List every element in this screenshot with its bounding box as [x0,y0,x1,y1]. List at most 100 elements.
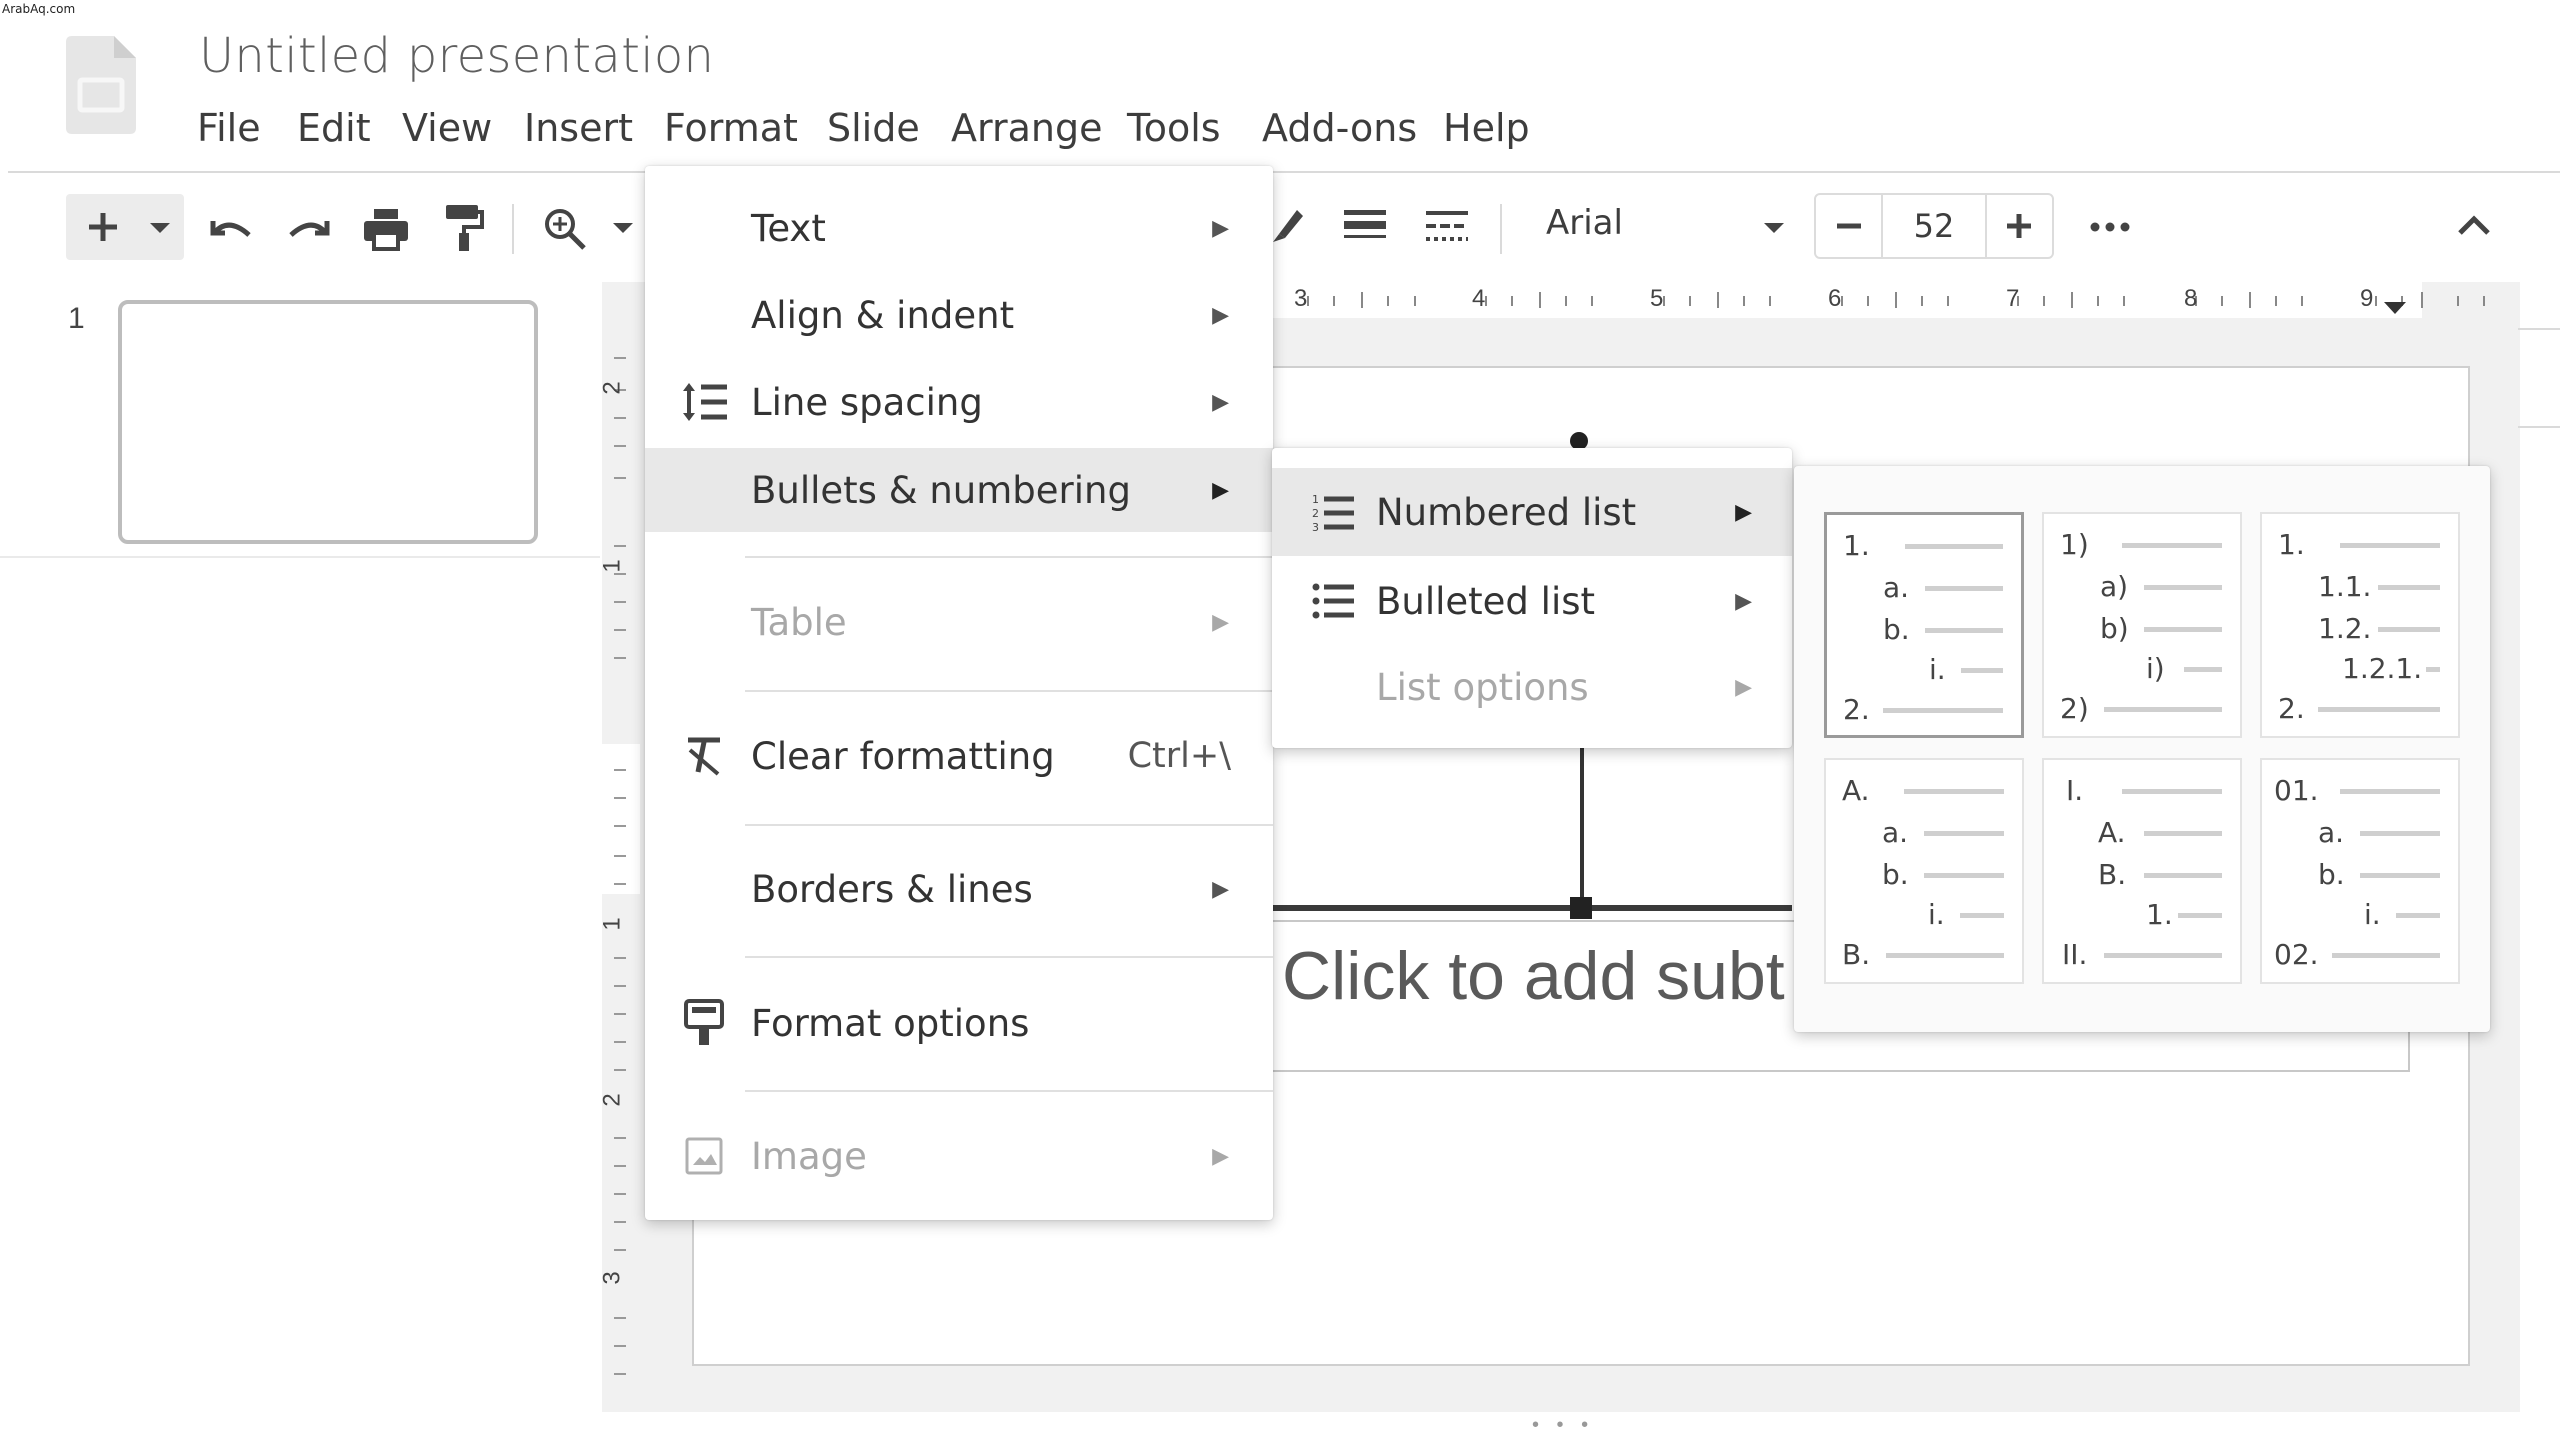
font-family-select[interactable]: Arial [1546,203,1623,243]
preset-row: 1. [2262,528,2458,561]
preset-numbered-5[interactable]: I. A. B. 1. II. [2042,758,2242,984]
menu-item-numbered-list[interactable]: 123 Numbered list ▶ [1272,468,1792,556]
collapse-icon[interactable] [2454,210,2494,240]
menu-item-clear-formatting[interactable]: Clear formatting Ctrl+\ [645,714,1273,798]
ruler-label: 9 [2360,285,2374,312]
menu-item-align-indent[interactable]: Align & indent ▶ [645,273,1273,357]
menu-edit[interactable]: Edit [297,106,371,150]
preset-row: b. [1826,858,2022,891]
preset-marker: 1) [2060,528,2089,561]
resize-handle[interactable] [1570,897,1592,919]
slide-thumbnail[interactable] [118,300,538,544]
preset-line [2396,913,2440,918]
preset-marker: A. [1842,774,1870,807]
menu-item-image[interactable]: Image ▶ [645,1114,1273,1198]
preset-numbered-1[interactable]: 1. a. b. i. 2. [1824,512,2024,738]
menu-file[interactable]: File [197,106,261,150]
menu-item-table[interactable]: Table ▶ [645,580,1273,664]
preset-marker: i. [1929,653,1946,686]
print-icon[interactable] [360,204,412,254]
preset-marker: a. [2318,816,2345,849]
submenu-arrow-icon: ▶ [1735,674,1752,699]
pen-icon[interactable] [1268,202,1308,246]
zoom-dropdown-icon[interactable] [610,218,636,238]
increase-font-size-button[interactable] [1987,195,2052,257]
preset-numbered-2[interactable]: 1) a) b) i) 2) [2042,512,2242,738]
menu-item-label: Align & indent [751,293,1015,337]
menu-item-borders-lines[interactable]: Borders & lines ▶ [645,847,1273,931]
shortcut-label: Ctrl+\ [1127,736,1231,776]
preset-row: 2. [2262,692,2458,725]
clear-formatting-icon [679,731,729,781]
menu-tools[interactable]: Tools [1127,106,1221,150]
svg-text:1: 1 [1312,493,1319,506]
menu-item-format-options[interactable]: Format options [645,981,1273,1065]
bulleted-list-icon [1308,576,1358,626]
menu-item-bulleted-list[interactable]: Bulleted list ▶ [1272,558,1792,644]
preset-row: II. [2044,938,2240,971]
preset-row: 1.2. [2262,612,2458,645]
menu-item-bullets-numbering[interactable]: Bullets & numbering ▶ [645,448,1273,532]
redo-icon[interactable] [284,206,334,252]
zoom-icon[interactable] [540,204,590,254]
menu-slide[interactable]: Slide [827,106,920,150]
document-title[interactable]: Untitled presentation [199,28,714,84]
preset-row: A. [1826,774,2022,807]
font-dropdown-icon[interactable] [1760,218,1788,238]
toolbar-separator [512,204,514,254]
speaker-notes-handle[interactable]: • • • [1532,1414,1594,1437]
preset-line [2184,667,2222,672]
preset-line [1960,913,2004,918]
menu-addons[interactable]: Add-ons [1262,106,1417,150]
preset-row: 2) [2044,692,2240,725]
line-dash-icon[interactable] [1424,206,1470,246]
line-weight-icon[interactable] [1342,206,1388,246]
preset-marker: 2. [2278,692,2305,725]
preset-numbered-3[interactable]: 1. 1.1. 1.2. 1.2.1. 2. [2260,512,2460,738]
preset-line [2144,627,2222,632]
new-slide-icon[interactable] [80,204,126,250]
preset-row: b) [2044,612,2240,645]
watermark: ArabAq.com [2,2,76,16]
preset-marker: b. [1882,858,1909,891]
line-spacing-icon [679,377,729,427]
chevron-down-icon[interactable] [146,214,174,242]
preset-marker: a. [1883,571,1910,604]
menu-view[interactable]: View [402,106,492,150]
menu-item-line-spacing[interactable]: Line spacing ▶ [645,360,1273,444]
toolbar-separator [1500,204,1502,254]
preset-numbered-6[interactable]: 01. a. b. i. 02. [2260,758,2460,984]
menu-item-label: Line spacing [751,380,983,424]
paint-format-icon[interactable] [442,202,486,254]
preset-row: i. [1827,653,2021,686]
preset-row: b. [2262,858,2458,891]
preset-row: b. [1827,613,2021,646]
ruler-label: 4 [1472,285,1486,312]
preset-marker: b) [2100,612,2129,645]
undo-icon[interactable] [206,206,256,252]
preset-row: 1.2.1. [2262,652,2458,685]
font-size-stepper: 52 [1814,193,2054,259]
font-size-input[interactable]: 52 [1881,195,1987,257]
menu-insert[interactable]: Insert [524,106,633,150]
decrease-font-size-button[interactable] [1816,195,1881,257]
menu-arrange[interactable]: Arrange [951,106,1102,150]
preset-line [2104,953,2222,958]
preset-line [2378,585,2440,590]
menu-item-label: Clear formatting [751,734,1055,778]
menu-separator [745,556,1273,558]
menu-help[interactable]: Help [1443,106,1530,150]
slide-number: 1 [68,302,85,335]
preset-row: 2. [1827,693,2021,726]
subtitle-placeholder-text[interactable]: Click to add subt [1282,937,1785,1015]
preset-marker: 2. [1843,693,1870,726]
preset-marker: i. [1928,898,1945,931]
preset-numbered-4[interactable]: A. a. b. i. B. [1824,758,2024,984]
menu-item-list-options[interactable]: List options ▶ [1272,644,1792,730]
menu-format[interactable]: Format [664,106,798,150]
menu-item-text[interactable]: Text ▶ [645,186,1273,270]
preset-marker: 1.2.1. [2342,652,2423,685]
more-icon[interactable] [2088,212,2132,242]
menu-item-label: Numbered list [1376,490,1637,534]
header-divider [8,171,2560,173]
